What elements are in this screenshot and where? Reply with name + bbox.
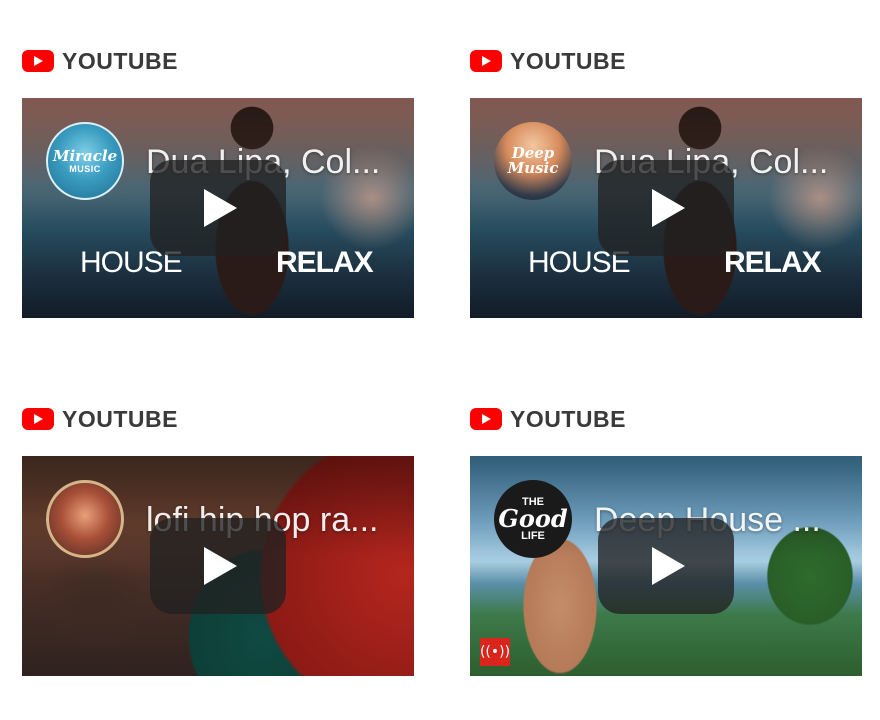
play-button[interactable] (598, 518, 734, 614)
video-card: YOUTUBE Deep Music Dua Lipa, Col... HOUS… (470, 46, 862, 318)
video-card: YOUTUBE Miracle MUSIC Dua Lipa, Col... H… (22, 46, 414, 318)
avatar-logo-text: Miracle (52, 146, 118, 165)
channel-avatar[interactable]: THE Good LIFE (494, 480, 572, 558)
play-button[interactable] (598, 160, 734, 256)
source-label: YOUTUBE (62, 405, 178, 432)
play-button[interactable] (150, 160, 286, 256)
live-broadcast-icon: ((•)) (480, 638, 510, 666)
youtube-logo-icon (22, 50, 54, 72)
video-card: YOUTUBE THE Good LIFE Deep House ... ((•… (470, 404, 862, 676)
source-header: YOUTUBE (470, 46, 862, 76)
avatar-logo-text: Good (498, 504, 568, 533)
thumbnail-overlay-text: RELAX (276, 246, 374, 279)
source-header: YOUTUBE (470, 404, 862, 434)
play-button[interactable] (150, 518, 286, 614)
youtube-logo-icon (22, 408, 54, 430)
avatar-logo-subtext: MUSIC (69, 163, 101, 174)
channel-avatar[interactable]: Miracle MUSIC (46, 122, 124, 200)
video-thumbnail[interactable]: Miracle MUSIC Dua Lipa, Col... HOUSE REL… (22, 98, 414, 318)
source-header: YOUTUBE (22, 404, 414, 434)
youtube-logo-icon (470, 50, 502, 72)
youtube-logo-icon (470, 408, 502, 430)
source-header: YOUTUBE (22, 46, 414, 76)
channel-avatar[interactable] (46, 480, 124, 558)
thumbnail-overlay-text: RELAX (724, 246, 822, 279)
source-label: YOUTUBE (62, 47, 178, 74)
video-card: YOUTUBE lofi hip hop ra... (22, 404, 414, 676)
video-thumbnail[interactable]: THE Good LIFE Deep House ... ((•)) (470, 456, 862, 676)
source-label: YOUTUBE (510, 47, 626, 74)
video-thumbnail[interactable]: Deep Music Dua Lipa, Col... HOUSE RELAX (470, 98, 862, 318)
avatar-logo-subtext: Music (507, 159, 559, 177)
channel-avatar[interactable]: Deep Music (494, 122, 572, 200)
source-label: YOUTUBE (510, 405, 626, 432)
video-thumbnail[interactable]: lofi hip hop ra... (22, 456, 414, 676)
